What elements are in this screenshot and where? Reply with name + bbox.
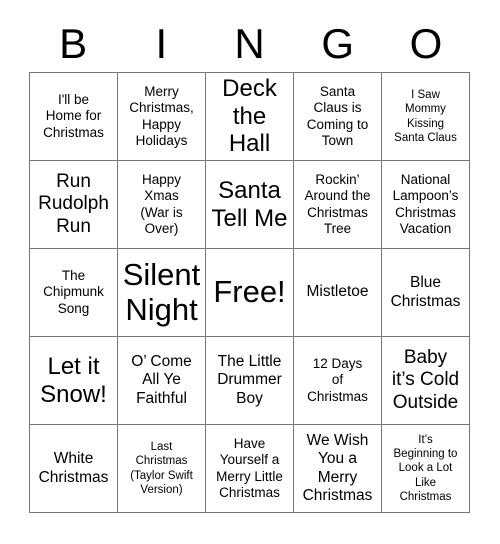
bingo-grid: I'll be Home for Christmas Merry Christma… xyxy=(29,72,470,513)
bingo-cell-label: The Little Drummer Boy xyxy=(217,353,282,407)
bingo-cell-r2c5[interactable]: National Lampoon’s Christmas Vacation xyxy=(382,161,470,249)
bingo-cell-r3c3[interactable]: Free! xyxy=(206,249,294,337)
bingo-cell-r1c3[interactable]: Deck the Hall xyxy=(206,73,294,161)
bingo-header-letter-n: N xyxy=(234,20,265,67)
bingo-header-letter-i: I xyxy=(155,20,168,67)
bingo-cell-label: We Wish You a Merry Christmas xyxy=(302,431,373,504)
bingo-cell-r5c2[interactable]: Last Christmas (Taylor Swift Version) xyxy=(118,425,206,513)
bingo-cell-r3c1[interactable]: The Chipmunk Song xyxy=(30,249,118,337)
bingo-cell-label: Santa Tell Me xyxy=(211,177,288,232)
bingo-cell-label: Blue Christmas xyxy=(390,274,461,310)
bingo-cell-r2c1[interactable]: Run Rudolph Run xyxy=(30,161,118,249)
bingo-cell-label: O’ Come All Ye Faithful xyxy=(131,353,192,407)
bingo-cell-label: Run Rudolph Run xyxy=(38,171,109,237)
bingo-header-letter-g: G xyxy=(321,20,355,67)
bingo-cell-label: Baby it’s Cold Outside xyxy=(391,347,460,413)
bingo-cell-r4c1[interactable]: Let it Snow! xyxy=(30,337,118,425)
bingo-cell-label: White Christmas xyxy=(38,450,109,486)
bingo-cell-label: Santa Claus is Coming to Town xyxy=(306,84,369,148)
bingo-cell-r4c4[interactable]: 12 Days of Christmas xyxy=(294,337,382,425)
bingo-cell-r3c2[interactable]: Silent Night xyxy=(118,249,206,337)
bingo-header-letter-o: O xyxy=(409,20,443,67)
bingo-header-letter-b: B xyxy=(59,20,88,67)
bingo-cell-label: 12 Days of Christmas xyxy=(307,356,368,404)
bingo-cell-r2c3[interactable]: Santa Tell Me xyxy=(206,161,294,249)
bingo-cell-r1c2[interactable]: Merry Christmas, Happy Holidays xyxy=(118,73,206,161)
bingo-cell-r2c2[interactable]: Happy Xmas (War is Over) xyxy=(118,161,206,249)
bingo-cell-label: Merry Christmas, Happy Holidays xyxy=(129,84,194,148)
bingo-cell-label: Rockin’ Around the Christmas Tree xyxy=(304,172,371,236)
bingo-cell-r3c5[interactable]: Blue Christmas xyxy=(382,249,470,337)
bingo-cell-r4c2[interactable]: O’ Come All Ye Faithful xyxy=(118,337,206,425)
bingo-cell-r1c5[interactable]: I Saw Mommy Kissing Santa Claus xyxy=(382,73,470,161)
bingo-cell-r5c3[interactable]: Have Yourself a Merry Little Christmas xyxy=(206,425,294,513)
bingo-cell-label: The Chipmunk Song xyxy=(43,268,104,316)
bingo-cell-r1c1[interactable]: I'll be Home for Christmas xyxy=(30,73,118,161)
bingo-card: B I N G O I'll be Home for Christmas Merry Ch… xyxy=(0,0,500,544)
bingo-cell-r5c4[interactable]: We Wish You a Merry Christmas xyxy=(294,425,382,513)
bingo-cell-label: Happy Xmas (War is Over) xyxy=(140,172,183,236)
bingo-cell-label: Have Yourself a Merry Little Christmas xyxy=(216,436,283,500)
bingo-cell-label: Deck the Hall xyxy=(222,75,277,158)
bingo-cell-label: Last Christmas (Taylor Swift Version) xyxy=(130,441,193,496)
bingo-cell-r4c3[interactable]: The Little Drummer Boy xyxy=(206,337,294,425)
bingo-header: BINGO xyxy=(29,16,470,72)
bingo-cell-r2c4[interactable]: Rockin’ Around the Christmas Tree xyxy=(294,161,382,249)
bingo-cell-label: Silent Night xyxy=(122,256,201,327)
bingo-cell-label: I'll be Home for Christmas xyxy=(43,92,104,140)
bingo-cell-label: Mistletoe xyxy=(306,283,369,301)
bingo-cell-label: It’s Beginning to Look a Lot Like Christ… xyxy=(393,434,458,503)
bingo-cell-r5c5[interactable]: It’s Beginning to Look a Lot Like Christ… xyxy=(382,425,470,513)
bingo-cell-label: I Saw Mommy Kissing Santa Claus xyxy=(394,89,457,144)
bingo-cell-r3c4[interactable]: Mistletoe xyxy=(294,249,382,337)
bingo-cell-label: National Lampoon’s Christmas Vacation xyxy=(392,172,459,236)
bingo-cell-r4c5[interactable]: Baby it’s Cold Outside xyxy=(382,337,470,425)
bingo-cell-label: Free! xyxy=(213,274,286,310)
bingo-cell-label: Let it Snow! xyxy=(40,353,107,408)
bingo-cell-r5c1[interactable]: White Christmas xyxy=(30,425,118,513)
bingo-cell-r1c4[interactable]: Santa Claus is Coming to Town xyxy=(294,73,382,161)
